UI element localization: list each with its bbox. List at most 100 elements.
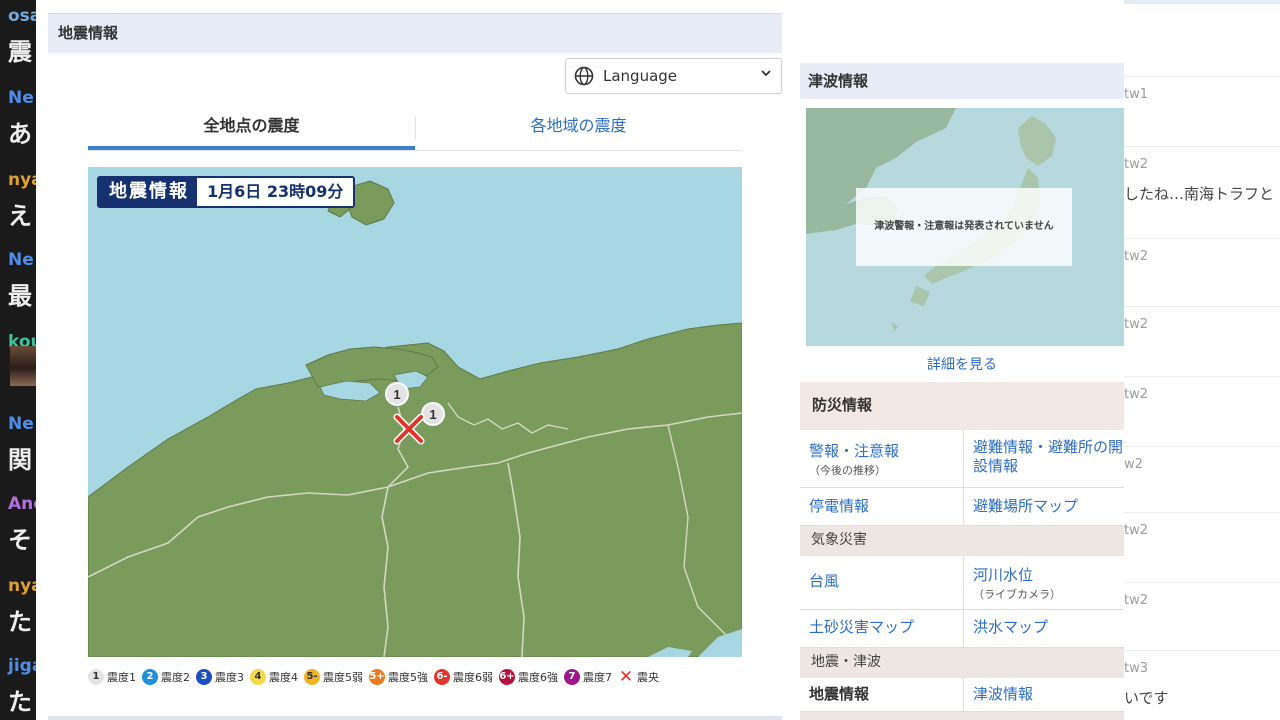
- tab-each-region[interactable]: 各地域の震度: [415, 108, 742, 150]
- tsunami-info-link[interactable]: 津波情報: [964, 678, 1124, 712]
- tsunami-message: 津波警報・注意報は発表されていません: [856, 188, 1072, 266]
- chat-username: tw2: [1124, 593, 1149, 608]
- tsunami-map[interactable]: 津波警報・注意報は発表されていません: [806, 108, 1124, 346]
- tsunami-header: 津波情報: [800, 63, 1124, 99]
- legend-item: 6+ 震度6強: [499, 669, 558, 685]
- chat-message: tw3 いです: [1124, 650, 1280, 719]
- chat-text: あ: [8, 120, 32, 148]
- chat-message: tw2: [1124, 306, 1280, 375]
- map-badge-time: 1月6日 23時09分: [197, 178, 354, 206]
- chat-text: 最: [8, 282, 32, 310]
- chat-message: tw2 したね…南海トラフと: [1124, 146, 1280, 215]
- side-panel: 津波情報 津波警報・注意報は発表されていません 詳細を見る 防災情報 警報・注意…: [800, 0, 1124, 720]
- legend-label: 震度6強: [518, 671, 558, 684]
- chat-username: Ne: [8, 414, 34, 434]
- chat-username: tw2: [1124, 317, 1149, 332]
- legend-label: 震度6弱: [453, 671, 493, 684]
- main-bottom-bar: [48, 716, 782, 720]
- epicenter-icon: ✕: [618, 667, 634, 687]
- chat-username: tw2: [1124, 523, 1149, 538]
- legend-label: 震度1: [107, 671, 136, 684]
- detail-link[interactable]: 詳細を見る: [800, 354, 1124, 374]
- legend-item: 1 震度1: [88, 669, 136, 685]
- intensity-marker-1a-label: 1: [393, 387, 400, 402]
- intensity-badge: 6-: [434, 669, 450, 685]
- chat-text: そ: [8, 526, 32, 554]
- chat-text: え: [8, 202, 32, 230]
- legend-label: 震度3: [215, 671, 244, 684]
- legend-item: 2 震度2: [142, 669, 190, 685]
- legend-item: 5+ 震度5強: [369, 669, 428, 685]
- chat-message: tw2: [1124, 238, 1280, 307]
- river-label: 河川水位: [973, 566, 1034, 584]
- intensity-badge: 5+: [369, 669, 385, 685]
- legend-label: 震度2: [161, 671, 190, 684]
- evac-map-link[interactable]: 避難場所マップ: [964, 488, 1124, 526]
- chat-message: jiga た: [0, 656, 36, 720]
- chat-username: Ne: [8, 250, 34, 270]
- chat-message: tw2: [1124, 582, 1280, 651]
- flood-map-link[interactable]: 洪水マップ: [964, 610, 1124, 648]
- chat-username: tw2: [1124, 387, 1149, 402]
- chat-message: w2: [1124, 446, 1280, 515]
- chat-message: Ne 関: [0, 414, 36, 496]
- quake-info-link[interactable]: 地震情報: [800, 678, 964, 712]
- river-sub: （ライブカメラ）: [973, 588, 1061, 601]
- chat-message: Ne 最: [0, 250, 36, 332]
- chat-username: w2: [1124, 457, 1143, 472]
- legend-item: 7 震度7: [564, 669, 612, 685]
- typhoon-link[interactable]: 台風: [800, 556, 964, 610]
- legend-item: ✕ 震央: [618, 667, 659, 687]
- chat-username: tw2: [1124, 157, 1149, 172]
- earthquake-panel: 地震情報 Language 全地点の震度 各地域の震度 1 1 地震情報 1月6…: [36, 0, 800, 720]
- chat-username: nya: [8, 170, 36, 190]
- legend-item: 4 震度4: [250, 669, 298, 685]
- chat-username: tw3: [1124, 661, 1149, 676]
- intensity-tabs: 全地点の震度 各地域の震度: [88, 108, 742, 151]
- intensity-legend: 1 震度1 2 震度2 3 震度3 4 震度4 5- 震度5弱 5+ 震度5強 6- 震度6弱 6+ 震度6強…: [88, 664, 742, 690]
- legend-item: 3 震度3: [196, 669, 244, 685]
- language-select[interactable]: Language: [565, 58, 782, 94]
- weather-group-header: 気象災害: [800, 526, 1124, 556]
- intensity-badge: 2: [142, 669, 158, 685]
- chat-message: nya た: [0, 576, 36, 658]
- earthquake-map[interactable]: 1 1 地震情報 1月6日 23時09分: [88, 167, 742, 657]
- river-level-link[interactable]: 河川水位 （ライブカメラ）: [964, 556, 1124, 610]
- tab-all-points[interactable]: 全地点の震度: [88, 108, 415, 150]
- chat-message: nya え: [0, 170, 36, 252]
- chat-username: nya: [8, 576, 36, 596]
- chat-username: tw2: [1124, 249, 1149, 264]
- legend-label: 震度5強: [388, 671, 428, 684]
- evac-info-link[interactable]: 避難情報・避難所の開設情報: [964, 430, 1124, 488]
- map-svg: 1 1: [88, 167, 742, 657]
- globe-icon: [574, 66, 594, 90]
- bousai-header: 防災情報: [800, 382, 1124, 430]
- intensity-badge: 3: [196, 669, 212, 685]
- chat-message: tw2: [1124, 512, 1280, 581]
- chat-column-right: tw1 tw2 したね…南海トラフと tw2 tw2 tw2 w2 tw2 tw2 tw3 いです: [1124, 0, 1280, 720]
- language-label: Language: [603, 67, 678, 85]
- warning-link[interactable]: 警報・注意報 （今後の推移）: [800, 430, 964, 488]
- landslide-map-link[interactable]: 土砂災害マップ: [800, 610, 964, 648]
- chevron-down-icon: [761, 67, 771, 82]
- intensity-badge: 4: [250, 669, 266, 685]
- legend-label: 震度4: [269, 671, 298, 684]
- chat-message: tw1: [1124, 76, 1280, 145]
- chat-message: osa 震: [0, 6, 36, 88]
- intensity-badge: 5-: [304, 669, 320, 685]
- chat-message: Ne あ: [0, 88, 36, 170]
- chat-username: Ne: [8, 88, 34, 108]
- earthquake-header: 地震情報: [48, 13, 782, 53]
- chat-text: したね…南海トラフと: [1124, 185, 1275, 203]
- chat-message: And そ: [0, 494, 36, 576]
- warning-label: 警報・注意報: [809, 442, 900, 460]
- power-outage-link[interactable]: 停電情報: [800, 488, 964, 526]
- chat-text: た: [8, 688, 32, 716]
- legend-item: 5- 震度5弱: [304, 669, 363, 685]
- intensity-badge: 1: [88, 669, 104, 685]
- map-badge: 地震情報 1月6日 23時09分: [97, 176, 356, 208]
- chat-text: 震: [8, 38, 32, 66]
- legend-item: 6- 震度6弱: [434, 669, 493, 685]
- chat-right-topbar: [1124, 0, 1280, 4]
- intensity-marker-1b-label: 1: [429, 407, 436, 422]
